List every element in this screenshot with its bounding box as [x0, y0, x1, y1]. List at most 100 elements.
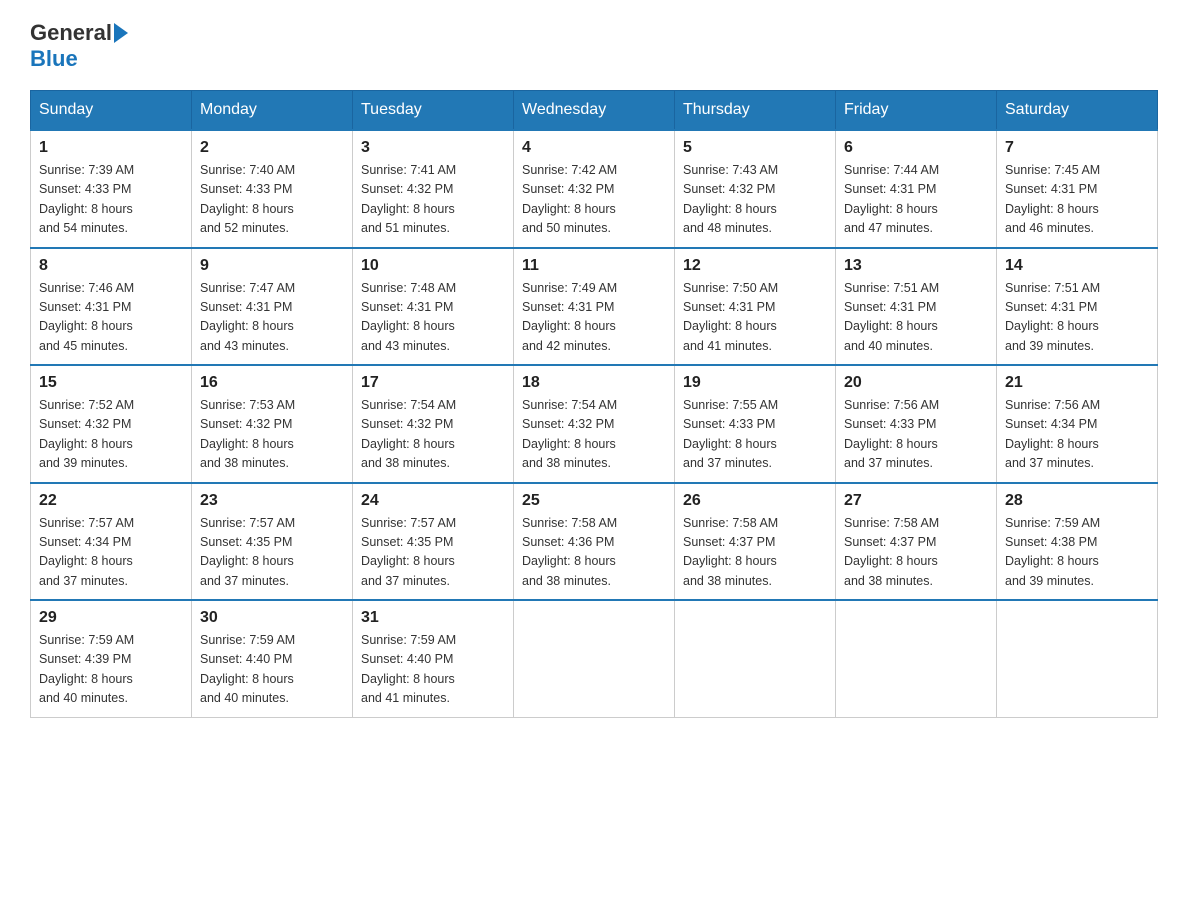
day-number: 8 — [39, 257, 183, 275]
calendar-week-row: 8 Sunrise: 7:46 AMSunset: 4:31 PMDayligh… — [31, 248, 1158, 366]
day-info: Sunrise: 7:51 AMSunset: 4:31 PMDaylight:… — [844, 281, 939, 353]
calendar-day-cell: 9 Sunrise: 7:47 AMSunset: 4:31 PMDayligh… — [192, 248, 353, 366]
day-info: Sunrise: 7:50 AMSunset: 4:31 PMDaylight:… — [683, 281, 778, 353]
day-number: 18 — [522, 374, 666, 392]
day-info: Sunrise: 7:46 AMSunset: 4:31 PMDaylight:… — [39, 281, 134, 353]
day-number: 16 — [200, 374, 344, 392]
calendar-week-row: 15 Sunrise: 7:52 AMSunset: 4:32 PMDaylig… — [31, 365, 1158, 483]
calendar-day-cell: 11 Sunrise: 7:49 AMSunset: 4:31 PMDaylig… — [514, 248, 675, 366]
page-header: General Blue — [30, 20, 1158, 72]
day-number: 15 — [39, 374, 183, 392]
calendar-week-row: 29 Sunrise: 7:59 AMSunset: 4:39 PMDaylig… — [31, 600, 1158, 717]
logo: General Blue — [30, 20, 130, 72]
day-info: Sunrise: 7:53 AMSunset: 4:32 PMDaylight:… — [200, 398, 295, 470]
day-number: 3 — [361, 139, 505, 157]
day-info: Sunrise: 7:55 AMSunset: 4:33 PMDaylight:… — [683, 398, 778, 470]
calendar-header-thursday: Thursday — [675, 91, 836, 131]
day-number: 19 — [683, 374, 827, 392]
day-number: 27 — [844, 492, 988, 510]
day-number: 13 — [844, 257, 988, 275]
day-info: Sunrise: 7:49 AMSunset: 4:31 PMDaylight:… — [522, 281, 617, 353]
day-number: 12 — [683, 257, 827, 275]
day-number: 7 — [1005, 139, 1149, 157]
day-number: 23 — [200, 492, 344, 510]
day-info: Sunrise: 7:52 AMSunset: 4:32 PMDaylight:… — [39, 398, 134, 470]
calendar-header-friday: Friday — [836, 91, 997, 131]
calendar-day-cell: 27 Sunrise: 7:58 AMSunset: 4:37 PMDaylig… — [836, 483, 997, 601]
calendar-week-row: 22 Sunrise: 7:57 AMSunset: 4:34 PMDaylig… — [31, 483, 1158, 601]
calendar-day-cell — [836, 600, 997, 717]
day-number: 20 — [844, 374, 988, 392]
day-info: Sunrise: 7:58 AMSunset: 4:37 PMDaylight:… — [844, 516, 939, 588]
calendar-day-cell: 4 Sunrise: 7:42 AMSunset: 4:32 PMDayligh… — [514, 130, 675, 248]
day-number: 21 — [1005, 374, 1149, 392]
calendar-day-cell: 6 Sunrise: 7:44 AMSunset: 4:31 PMDayligh… — [836, 130, 997, 248]
day-number: 1 — [39, 139, 183, 157]
day-info: Sunrise: 7:59 AMSunset: 4:40 PMDaylight:… — [361, 633, 456, 705]
calendar-day-cell — [997, 600, 1158, 717]
calendar-day-cell: 15 Sunrise: 7:52 AMSunset: 4:32 PMDaylig… — [31, 365, 192, 483]
day-info: Sunrise: 7:59 AMSunset: 4:39 PMDaylight:… — [39, 633, 134, 705]
calendar-day-cell: 19 Sunrise: 7:55 AMSunset: 4:33 PMDaylig… — [675, 365, 836, 483]
calendar-header-row: SundayMondayTuesdayWednesdayThursdayFrid… — [31, 91, 1158, 131]
day-info: Sunrise: 7:58 AMSunset: 4:36 PMDaylight:… — [522, 516, 617, 588]
day-info: Sunrise: 7:57 AMSunset: 4:35 PMDaylight:… — [361, 516, 456, 588]
calendar-day-cell: 1 Sunrise: 7:39 AMSunset: 4:33 PMDayligh… — [31, 130, 192, 248]
logo-blue-text: Blue — [30, 46, 78, 71]
calendar-day-cell — [514, 600, 675, 717]
day-number: 14 — [1005, 257, 1149, 275]
day-number: 30 — [200, 609, 344, 627]
calendar-day-cell: 2 Sunrise: 7:40 AMSunset: 4:33 PMDayligh… — [192, 130, 353, 248]
day-info: Sunrise: 7:57 AMSunset: 4:34 PMDaylight:… — [39, 516, 134, 588]
day-info: Sunrise: 7:59 AMSunset: 4:38 PMDaylight:… — [1005, 516, 1100, 588]
day-info: Sunrise: 7:54 AMSunset: 4:32 PMDaylight:… — [522, 398, 617, 470]
day-number: 25 — [522, 492, 666, 510]
calendar-day-cell — [675, 600, 836, 717]
calendar-header-sunday: Sunday — [31, 91, 192, 131]
day-number: 26 — [683, 492, 827, 510]
calendar-header-wednesday: Wednesday — [514, 91, 675, 131]
calendar-day-cell: 22 Sunrise: 7:57 AMSunset: 4:34 PMDaylig… — [31, 483, 192, 601]
day-info: Sunrise: 7:56 AMSunset: 4:33 PMDaylight:… — [844, 398, 939, 470]
calendar-day-cell: 7 Sunrise: 7:45 AMSunset: 4:31 PMDayligh… — [997, 130, 1158, 248]
day-number: 24 — [361, 492, 505, 510]
calendar-day-cell: 18 Sunrise: 7:54 AMSunset: 4:32 PMDaylig… — [514, 365, 675, 483]
day-info: Sunrise: 7:39 AMSunset: 4:33 PMDaylight:… — [39, 163, 134, 235]
calendar-day-cell: 23 Sunrise: 7:57 AMSunset: 4:35 PMDaylig… — [192, 483, 353, 601]
day-info: Sunrise: 7:54 AMSunset: 4:32 PMDaylight:… — [361, 398, 456, 470]
day-info: Sunrise: 7:45 AMSunset: 4:31 PMDaylight:… — [1005, 163, 1100, 235]
day-info: Sunrise: 7:43 AMSunset: 4:32 PMDaylight:… — [683, 163, 778, 235]
day-info: Sunrise: 7:56 AMSunset: 4:34 PMDaylight:… — [1005, 398, 1100, 470]
day-info: Sunrise: 7:42 AMSunset: 4:32 PMDaylight:… — [522, 163, 617, 235]
calendar-day-cell: 10 Sunrise: 7:48 AMSunset: 4:31 PMDaylig… — [353, 248, 514, 366]
day-number: 17 — [361, 374, 505, 392]
logo-general-text: General — [30, 20, 112, 46]
day-info: Sunrise: 7:44 AMSunset: 4:31 PMDaylight:… — [844, 163, 939, 235]
day-number: 5 — [683, 139, 827, 157]
calendar-day-cell: 8 Sunrise: 7:46 AMSunset: 4:31 PMDayligh… — [31, 248, 192, 366]
calendar-day-cell: 30 Sunrise: 7:59 AMSunset: 4:40 PMDaylig… — [192, 600, 353, 717]
day-number: 6 — [844, 139, 988, 157]
day-number: 31 — [361, 609, 505, 627]
calendar-day-cell: 14 Sunrise: 7:51 AMSunset: 4:31 PMDaylig… — [997, 248, 1158, 366]
day-number: 11 — [522, 257, 666, 275]
calendar-day-cell: 31 Sunrise: 7:59 AMSunset: 4:40 PMDaylig… — [353, 600, 514, 717]
calendar-day-cell: 13 Sunrise: 7:51 AMSunset: 4:31 PMDaylig… — [836, 248, 997, 366]
day-info: Sunrise: 7:40 AMSunset: 4:33 PMDaylight:… — [200, 163, 295, 235]
calendar-day-cell: 25 Sunrise: 7:58 AMSunset: 4:36 PMDaylig… — [514, 483, 675, 601]
day-number: 2 — [200, 139, 344, 157]
day-info: Sunrise: 7:59 AMSunset: 4:40 PMDaylight:… — [200, 633, 295, 705]
day-info: Sunrise: 7:57 AMSunset: 4:35 PMDaylight:… — [200, 516, 295, 588]
day-number: 22 — [39, 492, 183, 510]
calendar-day-cell: 16 Sunrise: 7:53 AMSunset: 4:32 PMDaylig… — [192, 365, 353, 483]
calendar-week-row: 1 Sunrise: 7:39 AMSunset: 4:33 PMDayligh… — [31, 130, 1158, 248]
day-info: Sunrise: 7:41 AMSunset: 4:32 PMDaylight:… — [361, 163, 456, 235]
day-number: 4 — [522, 139, 666, 157]
calendar-day-cell: 5 Sunrise: 7:43 AMSunset: 4:32 PMDayligh… — [675, 130, 836, 248]
calendar-day-cell: 12 Sunrise: 7:50 AMSunset: 4:31 PMDaylig… — [675, 248, 836, 366]
calendar-day-cell: 17 Sunrise: 7:54 AMSunset: 4:32 PMDaylig… — [353, 365, 514, 483]
calendar-header-tuesday: Tuesday — [353, 91, 514, 131]
calendar-day-cell: 26 Sunrise: 7:58 AMSunset: 4:37 PMDaylig… — [675, 483, 836, 601]
calendar-header-monday: Monday — [192, 91, 353, 131]
day-number: 28 — [1005, 492, 1149, 510]
